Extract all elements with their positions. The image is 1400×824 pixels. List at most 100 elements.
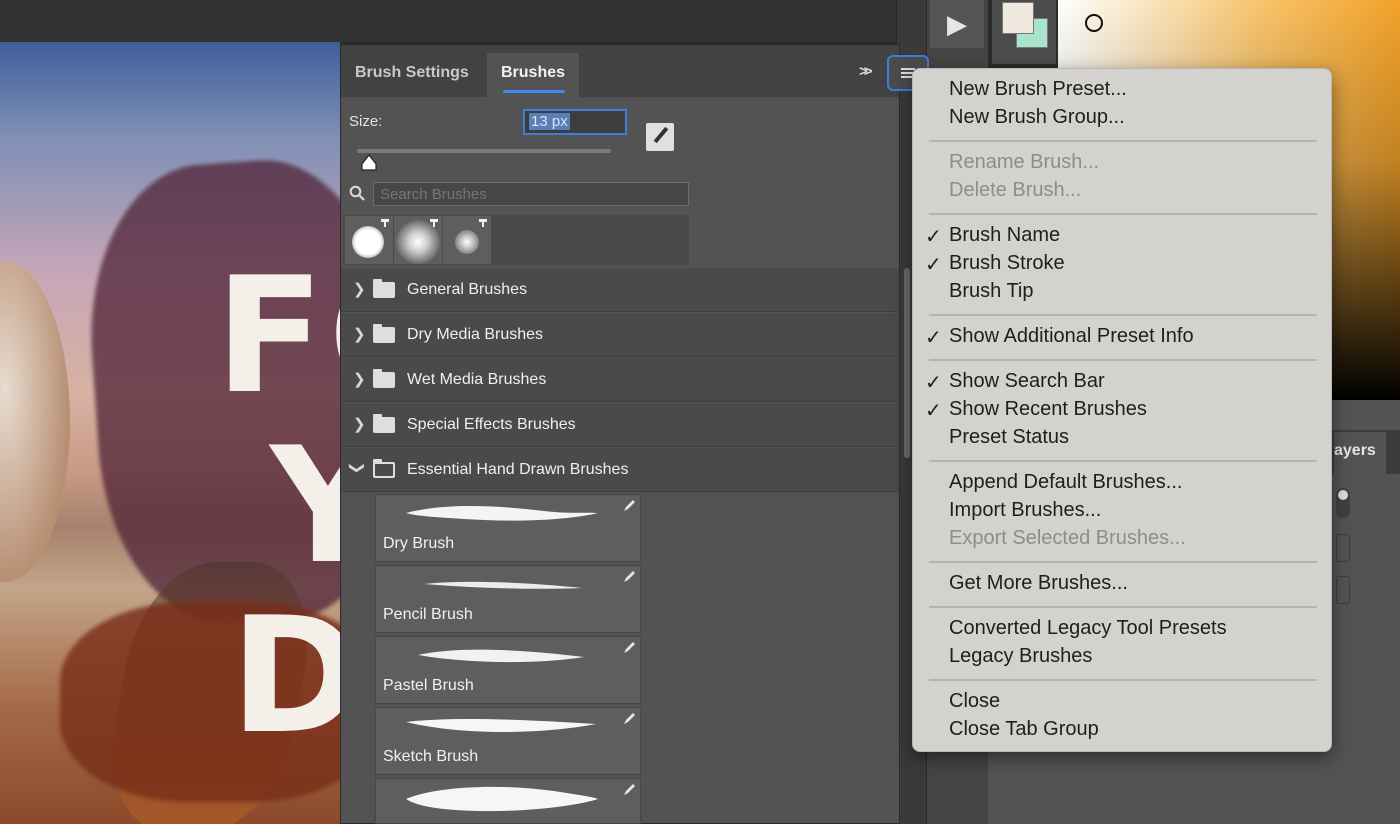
brushes-panel-menu: New Brush Preset... New Brush Group... R… <box>912 68 1332 752</box>
size-input[interactable]: 13 px <box>523 109 627 135</box>
pin-icon <box>430 219 438 228</box>
chevron-right-icon: ❯ <box>353 371 366 388</box>
canvas-text-line-3: D <box>230 582 340 769</box>
canvas-text-line-1: FO <box>215 242 340 429</box>
menu-separator <box>929 606 1317 608</box>
brush-group-label: Essential Hand Drawn Brushes <box>407 461 629 478</box>
brush-group-wet-media[interactable]: ❯ Wet Media Brushes <box>341 358 899 402</box>
brush-name: Sketch Brush <box>383 748 479 765</box>
document-canvas[interactable]: FO Y D <box>0 42 340 824</box>
brush-group-label: Wet Media Brushes <box>407 371 547 388</box>
menu-separator <box>929 460 1317 462</box>
play-action-button[interactable]: ▶ <box>930 0 984 48</box>
brushes-scrollbar[interactable] <box>904 268 910 458</box>
menu-rename-brush[interactable]: Rename Brush... <box>949 151 1099 174</box>
brush-name: Dry Brush <box>383 535 455 552</box>
brushes-panel: Brush Settings Brushes >> Size: 13 px Se… <box>340 44 929 824</box>
edit-brush-icon <box>624 642 635 653</box>
recent-brush-2[interactable] <box>394 216 442 264</box>
edit-brush-icon <box>624 713 635 724</box>
edit-brush-icon <box>624 571 635 582</box>
tab-layers[interactable]: ayers <box>1334 432 1386 474</box>
brush-group-label: Dry Media Brushes <box>407 326 544 343</box>
size-slider-thumb[interactable] <box>360 154 378 172</box>
document-top-bar <box>0 0 896 42</box>
chevron-right-icon: ❯ <box>353 416 366 433</box>
brush-tool-icon[interactable] <box>646 123 674 151</box>
brush-preset-pencil-brush[interactable]: Pencil Brush <box>375 565 641 633</box>
color-picker-cursor[interactable] <box>1085 14 1103 32</box>
active-tab-indicator <box>503 90 565 93</box>
menu-separator <box>929 561 1317 563</box>
size-slider-track[interactable] <box>357 149 611 153</box>
checkmark-icon: ✓ <box>925 325 942 349</box>
brush-group-essential-hand-drawn[interactable]: ❯ Essential Hand Drawn Brushes <box>341 448 899 492</box>
menu-new-brush-group[interactable]: New Brush Group... <box>949 106 1125 129</box>
checkmark-icon: ✓ <box>925 252 942 276</box>
menu-separator <box>929 314 1317 316</box>
menu-close[interactable]: Close <box>949 690 1000 713</box>
size-label: Size: <box>349 113 383 130</box>
brushes-panel-tabbar: Brush Settings Brushes >> <box>341 45 929 97</box>
menu-brush-name[interactable]: Brush Name <box>949 224 1060 247</box>
menu-brush-stroke[interactable]: Brush Stroke <box>949 252 1065 275</box>
menu-separator <box>929 140 1317 142</box>
size-value: 13 px <box>529 113 570 130</box>
opacity-knob[interactable] <box>1336 488 1350 518</box>
menu-separator <box>929 359 1317 361</box>
brush-preset-partial[interactable] <box>375 778 641 824</box>
menu-append-default-brushes[interactable]: Append Default Brushes... <box>949 471 1182 494</box>
tab-brushes[interactable]: Brushes <box>487 53 579 97</box>
folder-open-icon <box>373 459 395 478</box>
recent-brush-tip <box>455 230 479 254</box>
menu-show-search-bar[interactable]: Show Search Bar <box>949 370 1105 393</box>
brush-preset-sketch-brush[interactable]: Sketch Brush <box>375 707 641 775</box>
menu-brush-tip[interactable]: Brush Tip <box>949 280 1033 303</box>
brush-stroke-preview <box>406 718 596 732</box>
collapse-panels-icon[interactable]: >> <box>859 63 872 80</box>
brush-group-special-effects[interactable]: ❯ Special Effects Brushes <box>341 403 899 447</box>
brush-stroke-preview <box>424 581 582 589</box>
menu-separator <box>929 679 1317 681</box>
edit-brush-icon <box>624 784 635 795</box>
menu-delete-brush[interactable]: Delete Brush... <box>949 179 1081 202</box>
brush-stroke-preview <box>406 786 598 812</box>
menu-show-recent-brushes[interactable]: Show Recent Brushes <box>949 398 1147 421</box>
brush-group-general[interactable]: ❯ General Brushes <box>341 268 899 312</box>
recent-brush-tip <box>352 226 384 258</box>
recent-brush-1[interactable] <box>345 216 393 264</box>
menu-close-tab-group[interactable]: Close Tab Group <box>949 718 1099 741</box>
folder-icon <box>373 279 395 298</box>
foreground-color-swatch[interactable] <box>1002 2 1034 34</box>
menu-preset-status[interactable]: Preset Status <box>949 426 1069 449</box>
chevron-down-icon: ❯ <box>348 461 366 475</box>
layers-dropdown-2[interactable] <box>1336 576 1350 604</box>
brush-group-label: Special Effects Brushes <box>407 416 576 433</box>
tab-brush-settings[interactable]: Brush Settings <box>341 53 487 97</box>
brush-name: Pastel Brush <box>383 677 474 694</box>
brush-group-dry-media[interactable]: ❯ Dry Media Brushes <box>341 313 899 357</box>
folder-icon <box>373 414 395 433</box>
layers-dropdown-1[interactable] <box>1336 534 1350 562</box>
menu-new-brush-preset[interactable]: New Brush Preset... <box>949 78 1127 101</box>
menu-show-additional-preset-info[interactable]: Show Additional Preset Info <box>949 325 1194 348</box>
menu-export-selected-brushes[interactable]: Export Selected Brushes... <box>949 527 1186 550</box>
menu-converted-legacy-tool-presets[interactable]: Converted Legacy Tool Presets <box>949 617 1227 640</box>
play-icon: ▶ <box>947 8 967 39</box>
brush-stroke-preview <box>418 649 584 663</box>
canvas-sheep-shape <box>0 262 70 582</box>
brush-preset-dry-brush[interactable]: Dry Brush <box>375 494 641 562</box>
edit-brush-icon <box>624 500 635 511</box>
checkmark-icon: ✓ <box>925 370 942 394</box>
recent-brush-3[interactable] <box>443 216 491 264</box>
menu-legacy-brushes[interactable]: Legacy Brushes <box>949 645 1092 668</box>
pin-icon <box>381 219 389 228</box>
menu-import-brushes[interactable]: Import Brushes... <box>949 499 1101 522</box>
search-brushes-input[interactable] <box>373 182 689 206</box>
brush-group-label: General Brushes <box>407 281 528 298</box>
brush-stroke-preview <box>406 506 598 521</box>
chevron-right-icon: ❯ <box>353 281 366 298</box>
brush-name: Pencil Brush <box>383 606 473 623</box>
brush-preset-pastel-brush[interactable]: Pastel Brush <box>375 636 641 704</box>
menu-get-more-brushes[interactable]: Get More Brushes... <box>949 572 1128 595</box>
